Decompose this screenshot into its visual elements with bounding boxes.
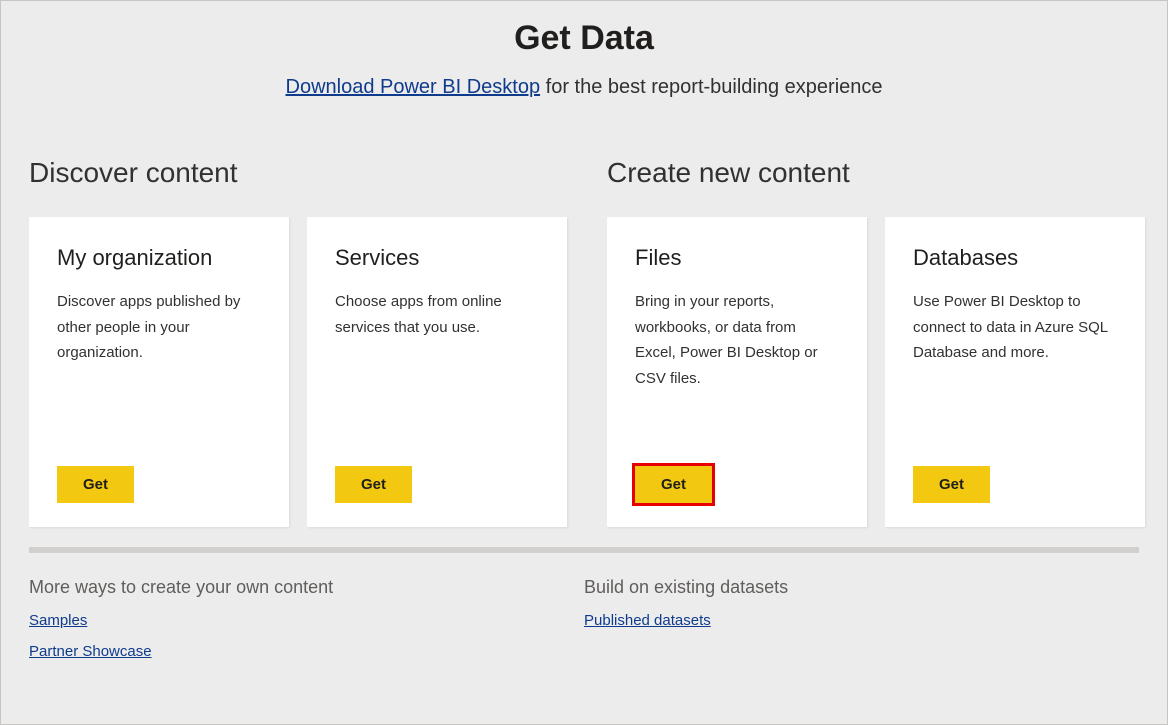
card-desc: Choose apps from online services that yo… [335,289,539,466]
partner-showcase-link[interactable]: Partner Showcase [29,643,152,660]
get-button-databases[interactable]: Get [913,466,990,503]
samples-link[interactable]: Samples [29,612,87,629]
footer-build-heading: Build on existing datasets [584,577,1139,598]
published-datasets-link[interactable]: Published datasets [584,612,711,629]
card-title: Databases [913,245,1117,271]
card-desc: Discover apps published by other people … [57,289,261,466]
card-my-organization: My organization Discover apps published … [29,217,289,527]
card-files: Files Bring in your reports, workbooks, … [607,217,867,527]
card-title: My organization [57,245,261,271]
card-desc: Use Power BI Desktop to connect to data … [913,289,1117,466]
card-title: Services [335,245,539,271]
subheading: Download Power BI Desktop for the best r… [29,76,1139,99]
subheading-rest: for the best report-building experience [540,76,882,98]
card-title: Files [635,245,839,271]
get-button-org[interactable]: Get [57,466,134,503]
section-discover-title: Discover content [29,157,567,189]
section-create-title: Create new content [607,157,1145,189]
page-title: Get Data [29,19,1139,58]
card-services: Services Choose apps from online service… [307,217,567,527]
card-databases: Databases Use Power BI Desktop to connec… [885,217,1145,527]
get-button-services[interactable]: Get [335,466,412,503]
horizontal-divider [29,547,1139,553]
get-button-files[interactable]: Get [635,466,712,503]
card-desc: Bring in your reports, workbooks, or dat… [635,289,839,466]
footer-more-heading: More ways to create your own content [29,577,584,598]
download-link[interactable]: Download Power BI Desktop [286,76,541,98]
